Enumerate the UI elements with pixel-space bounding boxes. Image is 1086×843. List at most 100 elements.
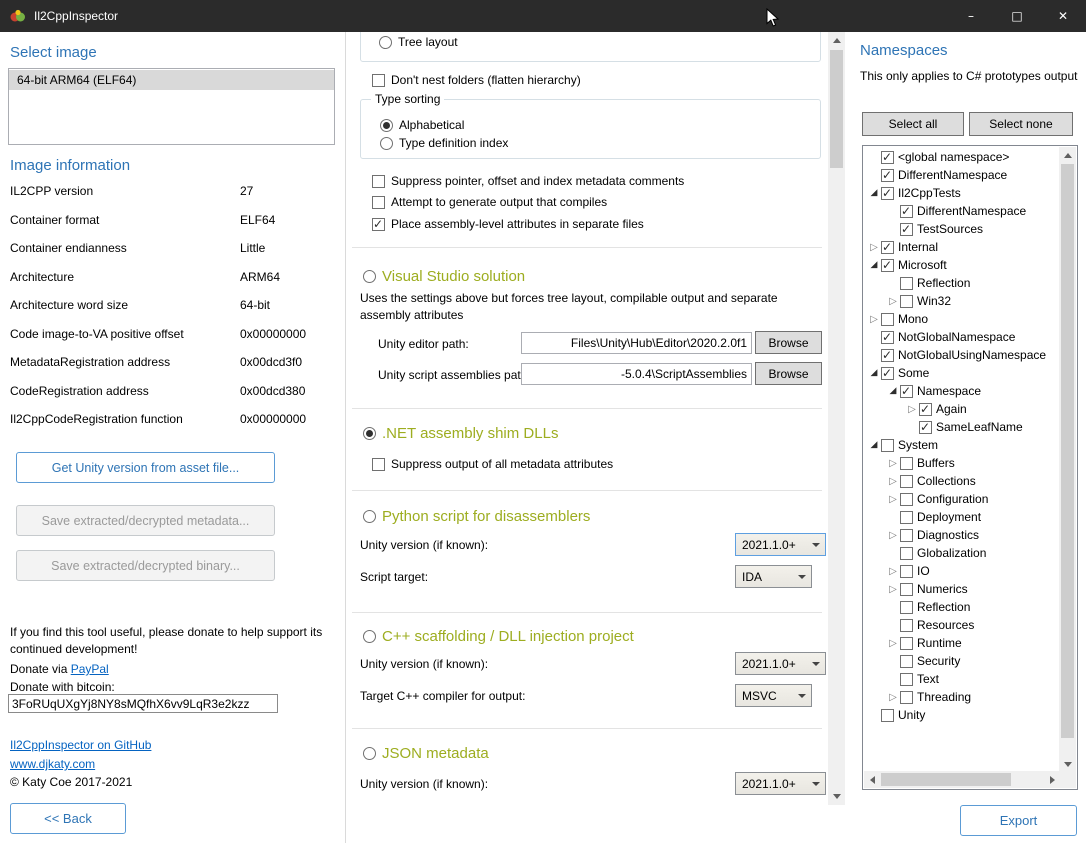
- namespace-tree-item[interactable]: System: [864, 436, 1061, 454]
- dotnet-shim-option[interactable]: .NET assembly shim DLLs: [363, 425, 558, 442]
- json-metadata-radio[interactable]: [363, 747, 376, 760]
- expander-icon[interactable]: [867, 188, 881, 198]
- namespace-tree-item[interactable]: Collections: [864, 472, 1061, 490]
- namespace-tree-item[interactable]: Runtime: [864, 634, 1061, 652]
- namespace-checkbox[interactable]: [881, 439, 894, 452]
- namespace-checkbox[interactable]: [900, 457, 913, 470]
- expander-icon[interactable]: [886, 476, 900, 487]
- namespace-checkbox[interactable]: [900, 295, 913, 308]
- namespace-checkbox[interactable]: [900, 601, 913, 614]
- visual-studio-radio[interactable]: [363, 270, 376, 283]
- expander-icon[interactable]: [886, 692, 900, 703]
- image-list-item[interactable]: 64-bit ARM64 (ELF64): [9, 70, 334, 90]
- scroll-up-button[interactable]: [828, 32, 845, 49]
- namespace-tree-item[interactable]: TestSources: [864, 220, 1061, 238]
- expander-icon[interactable]: [886, 458, 900, 469]
- namespace-tree-item[interactable]: Unity: [864, 706, 1061, 724]
- python-unity-version-select[interactable]: 2021.1.0+: [735, 533, 826, 556]
- namespace-checkbox[interactable]: [881, 367, 894, 380]
- namespace-tree[interactable]: <global namespace> DifferentNamespace Il…: [862, 145, 1078, 790]
- separate-attributes-checkbox[interactable]: [372, 218, 385, 231]
- namespace-tree-item[interactable]: IO: [864, 562, 1061, 580]
- scroll-down-button[interactable]: [828, 788, 845, 805]
- scrollbar-thumb[interactable]: [881, 773, 1011, 786]
- namespace-tree-item[interactable]: Reflection: [864, 274, 1061, 292]
- namespace-checkbox[interactable]: [900, 277, 913, 290]
- cpp-unity-version-select[interactable]: 2021.1.0+: [735, 652, 826, 675]
- namespace-tree-item[interactable]: Buffers: [864, 454, 1061, 472]
- maximize-button[interactable]: □: [994, 0, 1040, 32]
- namespace-checkbox[interactable]: [900, 565, 913, 578]
- namespace-checkbox[interactable]: [919, 403, 932, 416]
- namespace-checkbox[interactable]: [881, 169, 894, 182]
- namespace-checkbox[interactable]: [900, 619, 913, 632]
- namespace-checkbox[interactable]: [900, 583, 913, 596]
- namespace-tree-item[interactable]: Security: [864, 652, 1061, 670]
- output-scrollbar[interactable]: [828, 32, 845, 805]
- scrollbar-thumb[interactable]: [1061, 164, 1074, 738]
- namespace-tree-item[interactable]: Resources: [864, 616, 1061, 634]
- namespace-checkbox[interactable]: [881, 241, 894, 254]
- image-listbox[interactable]: 64-bit ARM64 (ELF64): [8, 68, 335, 145]
- alphabetical-radio[interactable]: [380, 119, 393, 132]
- scrollbar-thumb[interactable]: [830, 50, 843, 168]
- namespace-tree-item[interactable]: DifferentNamespace: [864, 166, 1061, 184]
- browse-editor-path-button[interactable]: Browse: [755, 331, 822, 354]
- browse-script-assemblies-button[interactable]: Browse: [755, 362, 822, 385]
- json-metadata-option[interactable]: JSON metadata: [363, 745, 489, 762]
- tree-layout-radio[interactable]: [379, 36, 392, 49]
- namespace-tree-item[interactable]: Threading: [864, 688, 1061, 706]
- tree-layout-option[interactable]: Tree layout: [379, 35, 458, 49]
- expander-icon[interactable]: [886, 584, 900, 595]
- namespace-checkbox[interactable]: [900, 529, 913, 542]
- namespace-checkbox[interactable]: [900, 637, 913, 650]
- expander-icon[interactable]: [867, 260, 881, 270]
- suppress-metadata-attributes-checkbox[interactable]: [372, 458, 385, 471]
- python-script-radio[interactable]: [363, 510, 376, 523]
- namespace-checkbox[interactable]: [900, 475, 913, 488]
- website-link[interactable]: www.djkaty.com: [10, 757, 95, 771]
- namespace-checkbox[interactable]: [881, 349, 894, 362]
- expander-icon[interactable]: [886, 494, 900, 505]
- expander-icon[interactable]: [886, 566, 900, 577]
- namespace-checkbox[interactable]: [900, 547, 913, 560]
- scroll-left-button[interactable]: [864, 771, 881, 788]
- suppress-comments-option[interactable]: Suppress pointer, offset and index metad…: [372, 174, 684, 188]
- namespace-tree-item[interactable]: Numerics: [864, 580, 1061, 598]
- expander-icon[interactable]: [886, 386, 900, 396]
- expander-icon[interactable]: [905, 404, 919, 415]
- namespace-checkbox[interactable]: [881, 151, 894, 164]
- namespace-checkbox[interactable]: [900, 511, 913, 524]
- namespace-tree-item[interactable]: Internal: [864, 238, 1061, 256]
- type-definition-index-option[interactable]: Type definition index: [380, 136, 508, 150]
- export-button[interactable]: Export: [960, 805, 1077, 836]
- unity-script-assemblies-input[interactable]: -5.0.4\ScriptAssemblies: [521, 363, 752, 385]
- visual-studio-option[interactable]: Visual Studio solution: [363, 268, 525, 285]
- cpp-compiler-select[interactable]: MSVC: [735, 684, 812, 707]
- expander-icon[interactable]: [867, 314, 881, 325]
- alphabetical-option[interactable]: Alphabetical: [380, 118, 464, 132]
- bitcoin-address-input[interactable]: [8, 694, 278, 713]
- cpp-scaffolding-option[interactable]: C++ scaffolding / DLL injection project: [363, 628, 634, 645]
- github-link[interactable]: Il2CppInspector on GitHub: [10, 738, 151, 752]
- namespace-checkbox[interactable]: [900, 385, 913, 398]
- select-all-button[interactable]: Select all: [862, 112, 964, 136]
- namespace-checkbox[interactable]: [881, 187, 894, 200]
- minimize-button[interactable]: –: [948, 0, 994, 32]
- namespace-checkbox[interactable]: [919, 421, 932, 434]
- namespace-tree-item[interactable]: Namespace: [864, 382, 1061, 400]
- dotnet-shim-radio[interactable]: [363, 427, 376, 440]
- expander-icon[interactable]: [886, 296, 900, 307]
- namespace-tree-item[interactable]: Deployment: [864, 508, 1061, 526]
- namespace-tree-item[interactable]: Il2CppTests: [864, 184, 1061, 202]
- namespace-tree-item[interactable]: Microsoft: [864, 256, 1061, 274]
- flatten-checkbox[interactable]: [372, 74, 385, 87]
- flatten-option[interactable]: Don't nest folders (flatten hierarchy): [372, 73, 581, 87]
- json-unity-version-select[interactable]: 2021.1.0+: [735, 772, 826, 795]
- namespace-tree-item[interactable]: Diagnostics: [864, 526, 1061, 544]
- suppress-metadata-attributes-option[interactable]: Suppress output of all metadata attribut…: [372, 457, 613, 471]
- select-none-button[interactable]: Select none: [969, 112, 1073, 136]
- type-definition-index-radio[interactable]: [380, 137, 393, 150]
- namespace-checkbox[interactable]: [900, 673, 913, 686]
- namespace-checkbox[interactable]: [881, 709, 894, 722]
